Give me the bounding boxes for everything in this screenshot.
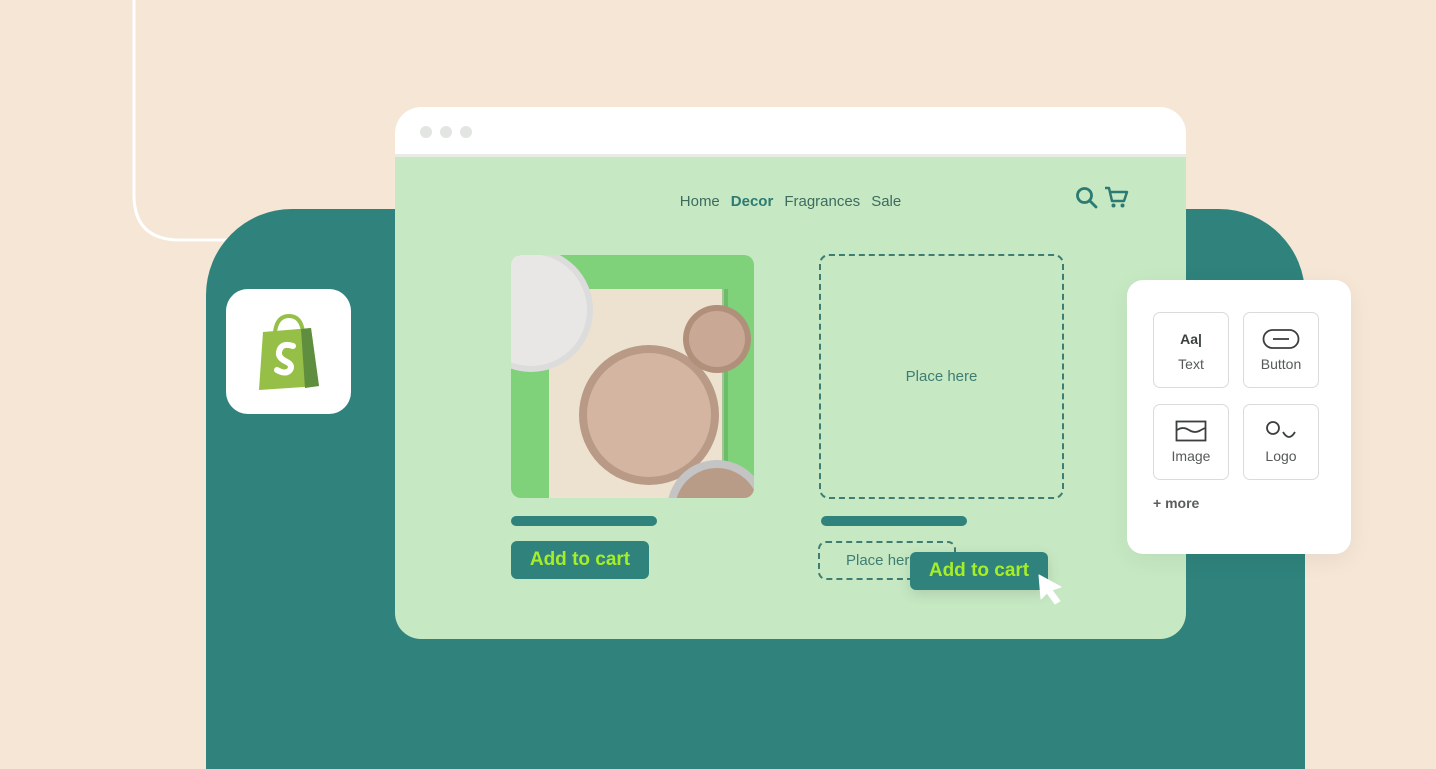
tile-label: Button: [1260, 356, 1302, 372]
nav-item-sale[interactable]: Sale: [871, 193, 901, 210]
tile-label: Image: [1171, 448, 1211, 464]
shopify-app-icon[interactable]: [226, 289, 351, 414]
window-dot: [440, 126, 452, 138]
browser-window: Home Decor Fragrances Sale Place here Ad…: [395, 107, 1186, 639]
product-title-bar: [821, 516, 967, 526]
tile-label: Text: [1178, 356, 1204, 372]
more-elements-link[interactable]: + more: [1153, 495, 1199, 511]
product-title-bar: [511, 516, 657, 526]
element-panel: Aa| Text Button Image Logo + more: [1127, 280, 1351, 554]
logo-icon: [1266, 421, 1296, 438]
drop-zone-label: Place here: [846, 552, 918, 569]
add-to-cart-button[interactable]: Add to cart: [511, 541, 649, 579]
search-icon[interactable]: [1075, 186, 1098, 209]
image-icon: [1175, 420, 1207, 442]
cursor-arrow-icon: [1038, 574, 1062, 605]
window-dot: [460, 126, 472, 138]
browser-title-bar: [395, 107, 1186, 157]
image-drop-zone[interactable]: Place here: [819, 254, 1064, 499]
product-image: [511, 255, 754, 498]
cart-icon[interactable]: [1104, 186, 1129, 209]
nav-item-fragrances[interactable]: Fragrances: [784, 193, 860, 210]
nav-item-decor[interactable]: Decor: [731, 193, 774, 210]
nav-icons: [1075, 186, 1129, 209]
shopify-bag-icon: [258, 313, 319, 390]
panel-tile-image[interactable]: Image: [1153, 404, 1229, 480]
store-nav: Home Decor Fragrances Sale: [395, 193, 1186, 210]
dragged-add-to-cart-button[interactable]: Add to cart: [910, 552, 1048, 590]
panel-tile-text[interactable]: Aa| Text: [1153, 312, 1229, 388]
tile-label: Logo: [1265, 448, 1297, 464]
drop-zone-label: Place here: [905, 368, 978, 385]
panel-tile-logo[interactable]: Logo: [1243, 404, 1319, 480]
nav-item-home[interactable]: Home: [680, 193, 720, 210]
panel-tile-button[interactable]: Button: [1243, 312, 1319, 388]
window-dot: [420, 126, 432, 138]
button-pill-icon: [1262, 329, 1300, 349]
text-aa-icon: Aa|: [1180, 331, 1202, 347]
